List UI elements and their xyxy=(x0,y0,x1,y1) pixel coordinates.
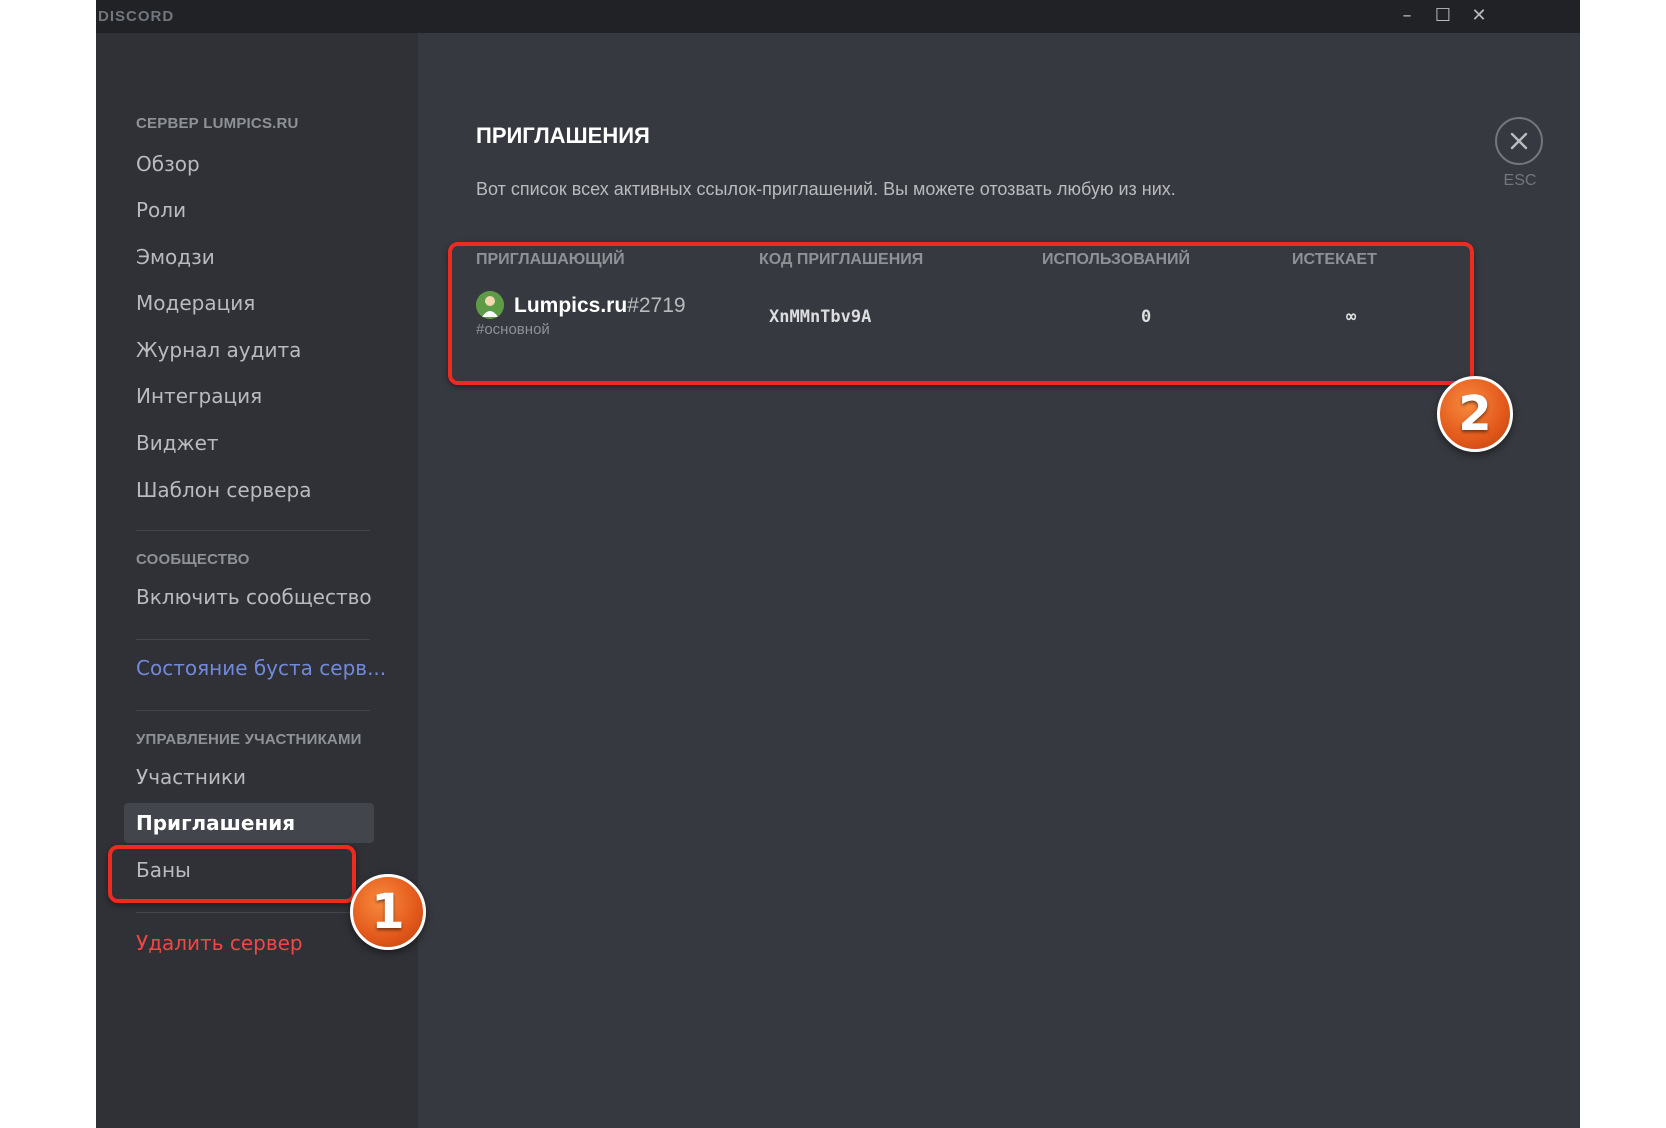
sidebar-item-enable-community[interactable]: Включить сообщество xyxy=(124,577,374,617)
window-close-button[interactable]: ✕ xyxy=(1466,4,1492,28)
title-bar: DISCORD – ☐ ✕ xyxy=(96,0,1580,33)
members-section-header: УПРАВЛЕНИЕ УЧАСТНИКАМИ xyxy=(136,731,362,748)
sidebar-item-delete-server[interactable]: Удалить сервер xyxy=(124,923,374,963)
sidebar-item-widget[interactable]: Виджет xyxy=(124,423,374,463)
community-section-header: СООБЩЕСТВО xyxy=(136,551,250,568)
sidebar-divider xyxy=(136,530,370,531)
page-description: Вот список всех активных ссылок-приглаше… xyxy=(476,179,1176,199)
step-badge-2: 2 xyxy=(1437,376,1513,452)
close-icon xyxy=(1510,132,1528,150)
sidebar-item-boost-status[interactable]: Состояние буста серв... xyxy=(124,648,386,688)
highlight-box-invites xyxy=(108,845,356,903)
sidebar-item-roles[interactable]: Роли xyxy=(124,190,374,230)
sidebar-item-moderation[interactable]: Модерация xyxy=(124,283,374,323)
maximize-button[interactable]: ☐ xyxy=(1430,4,1456,28)
step-badge-1: 1 xyxy=(350,874,426,950)
sidebar-item-overview[interactable]: Обзор xyxy=(124,144,374,184)
settings-sidebar: СЕРВЕР LUMPICS.RU Обзор Роли Эмодзи Моде… xyxy=(96,33,418,1128)
sidebar-item-integrations[interactable]: Интеграция xyxy=(124,376,374,416)
sidebar-item-emoji[interactable]: Эмодзи xyxy=(124,237,374,277)
sidebar-item-members[interactable]: Участники xyxy=(124,757,374,797)
invites-panel: ПРИГЛАШЕНИЯ Вот список всех активных ссы… xyxy=(418,33,1580,1128)
discord-window: DISCORD – ☐ ✕ СЕРВЕР LUMPICS.RU Обзор Ро… xyxy=(96,0,1580,1128)
minimize-button[interactable]: – xyxy=(1394,4,1420,28)
sidebar-divider xyxy=(136,912,370,913)
close-settings-button[interactable] xyxy=(1495,117,1543,165)
sidebar-divider xyxy=(136,639,370,640)
sidebar-item-invites[interactable]: Приглашения xyxy=(124,803,374,843)
sidebar-item-audit-log[interactable]: Журнал аудита xyxy=(124,330,374,370)
page-title: ПРИГЛАШЕНИЯ xyxy=(476,123,650,148)
server-section-header: СЕРВЕР LUMPICS.RU xyxy=(136,115,299,132)
app-title: DISCORD xyxy=(98,8,175,25)
sidebar-divider xyxy=(136,710,370,711)
sidebar-item-server-template[interactable]: Шаблон сервера xyxy=(124,470,374,510)
esc-label: ESC xyxy=(1503,172,1537,189)
highlight-box-invite-table xyxy=(448,242,1474,385)
